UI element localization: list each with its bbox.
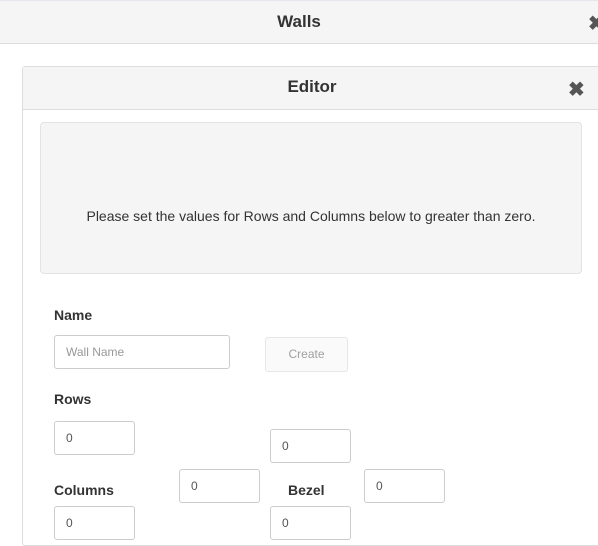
bezel-input[interactable] [364, 469, 445, 503]
columns-secondary-input[interactable] [54, 506, 135, 540]
bezel-label: Bezel [288, 482, 325, 498]
columns-label: Columns [54, 482, 114, 498]
rows-label: Rows [54, 391, 92, 407]
walls-dialog-title: Walls [277, 12, 321, 31]
rows-input[interactable] [54, 421, 135, 455]
create-button[interactable]: Create [265, 337, 348, 372]
validation-alert: Please set the values for Rows and Colum… [40, 122, 582, 274]
columns-input[interactable] [179, 469, 260, 503]
name-label: Name [54, 307, 93, 323]
validation-alert-message: Please set the values for Rows and Colum… [86, 208, 536, 224]
rows-secondary-input[interactable] [270, 429, 351, 463]
walls-close-icon[interactable]: ✖ [588, 11, 598, 36]
editor-close-icon[interactable]: ✖ [568, 77, 585, 102]
walls-dialog-header: Walls ✖ [0, 0, 598, 44]
editor-dialog-title: Editor [287, 77, 337, 96]
bezel-secondary-input[interactable] [270, 506, 351, 540]
editor-dialog-header: Editor ✖ [23, 67, 598, 110]
wall-name-input[interactable] [54, 335, 230, 369]
